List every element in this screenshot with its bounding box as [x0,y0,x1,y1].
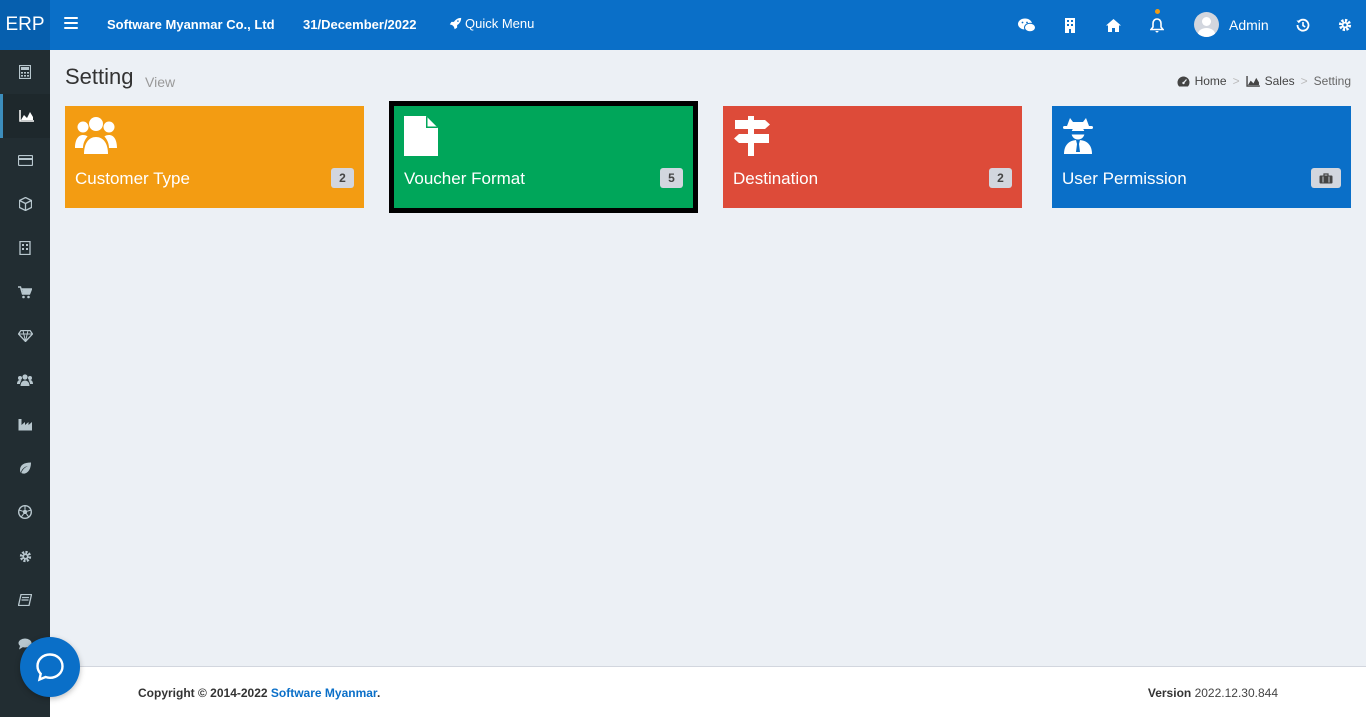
company-link[interactable]: Software Myanmar [271,686,377,700]
wechat-button[interactable] [1014,0,1040,50]
breadcrumb-current: Setting [1313,74,1351,88]
briefcase-icon [1319,172,1333,183]
app-logo[interactable]: ERP [0,0,50,50]
company-name: Software Myanmar Co., Ltd [107,17,275,32]
tile-user-permission[interactable]: User Permission [1052,106,1351,208]
sidebar-toggle-button[interactable] [64,17,78,31]
footer: Copyright © 2014-2022 Software Myanmar. … [50,666,1366,717]
sidebar-item-customers[interactable] [0,358,50,402]
quick-menu-button[interactable]: Quick Menu [449,16,534,31]
copyright-prefix: Copyright © 2014-2022 [138,686,271,700]
credit-card-icon [17,154,33,166]
sidebar-item-production[interactable] [0,402,50,446]
sidebar-item-products[interactable] [0,314,50,358]
leaf-icon [20,462,31,474]
cube-icon [18,197,32,211]
file-icon [404,116,438,161]
count-badge: 5 [660,168,683,188]
breadcrumb-separator: > [1300,74,1308,88]
copyright-suffix: . [376,686,381,700]
building-icon [1065,17,1075,33]
page-subtitle: View [145,74,176,90]
area-chart-icon [1245,75,1260,87]
count-badge: 2 [331,168,354,188]
dashboard-icon [1177,76,1190,86]
signpost-icon [733,116,771,161]
tile-destination[interactable]: Destination 2 [723,106,1022,208]
users-icon [17,374,33,386]
breadcrumb-separator: > [1232,74,1240,88]
user-secret-icon [1062,116,1094,159]
breadcrumb: Home > Sales > Setting [1177,74,1351,88]
industry-icon [18,418,32,430]
top-navbar: ERP Software Myanmar Co., Ltd 31/Decembe… [0,0,1366,50]
wechat-icon [1018,18,1036,32]
user-name: Admin [1229,16,1269,33]
notifications-button[interactable] [1144,0,1170,50]
book-icon [18,594,32,606]
breadcrumb-sales[interactable]: Sales [1245,74,1295,88]
version-info: Version 2022.12.30.844 [1148,686,1278,700]
notification-dot [1155,9,1160,14]
sidebar [0,50,50,717]
breadcrumb-sales-label: Sales [1264,74,1295,88]
sidebar-item-docs[interactable] [0,578,50,622]
chat-widget-button[interactable] [20,637,80,697]
diamond-icon [17,330,33,342]
tile-label: Voucher Format [404,169,525,188]
chat-bubble-icon [36,653,64,682]
copyright: Copyright © 2014-2022 Software Myanmar. [138,686,380,700]
building-button[interactable] [1058,0,1082,50]
users-icon [75,116,117,159]
breadcrumb-home[interactable]: Home [1177,74,1227,88]
settings-button[interactable] [1333,0,1357,50]
soccer-ball-icon [18,505,32,519]
gear-icon [1338,18,1352,32]
cart-icon [18,285,32,298]
user-menu[interactable]: Admin [1194,12,1269,37]
sidebar-item-settings[interactable] [0,534,50,578]
building-icon [19,241,31,255]
version-label: Version [1147,686,1192,700]
history-icon [1296,18,1310,32]
sidebar-item-branches[interactable] [0,226,50,270]
avatar [1194,12,1219,37]
breadcrumb-home-label: Home [1194,74,1227,88]
sidebar-item-purchase[interactable] [0,270,50,314]
sidebar-item-sports[interactable] [0,490,50,534]
sidebar-item-payments[interactable] [0,138,50,182]
bell-icon [1150,17,1164,32]
version-value: 2022.12.30.844 [1194,686,1278,700]
count-badge [1311,168,1341,188]
count-badge: 2 [989,168,1012,188]
tile-label: User Permission [1062,169,1187,188]
rocket-icon [449,17,462,30]
area-chart-icon [19,110,34,122]
history-button[interactable] [1291,0,1315,50]
tile-customer-type[interactable]: Customer Type 2 [65,106,364,208]
sidebar-item-inventory[interactable] [0,182,50,226]
gear-icon [19,550,31,562]
current-date: 31/December/2022 [303,17,417,32]
tile-voucher-format[interactable]: Voucher Format 5 [389,101,698,213]
sidebar-item-accounting[interactable] [0,50,50,94]
tile-label: Destination [733,169,819,188]
hamburger-icon [64,17,78,19]
calculator-icon [19,65,31,79]
tile-label: Customer Type [75,169,190,188]
sidebar-item-eco[interactable] [0,446,50,490]
page-title: Setting [65,64,134,89]
sidebar-item-sales[interactable] [0,94,50,138]
quick-menu-label: Quick Menu [465,16,535,31]
home-button[interactable] [1101,0,1125,50]
home-icon [1105,18,1121,32]
